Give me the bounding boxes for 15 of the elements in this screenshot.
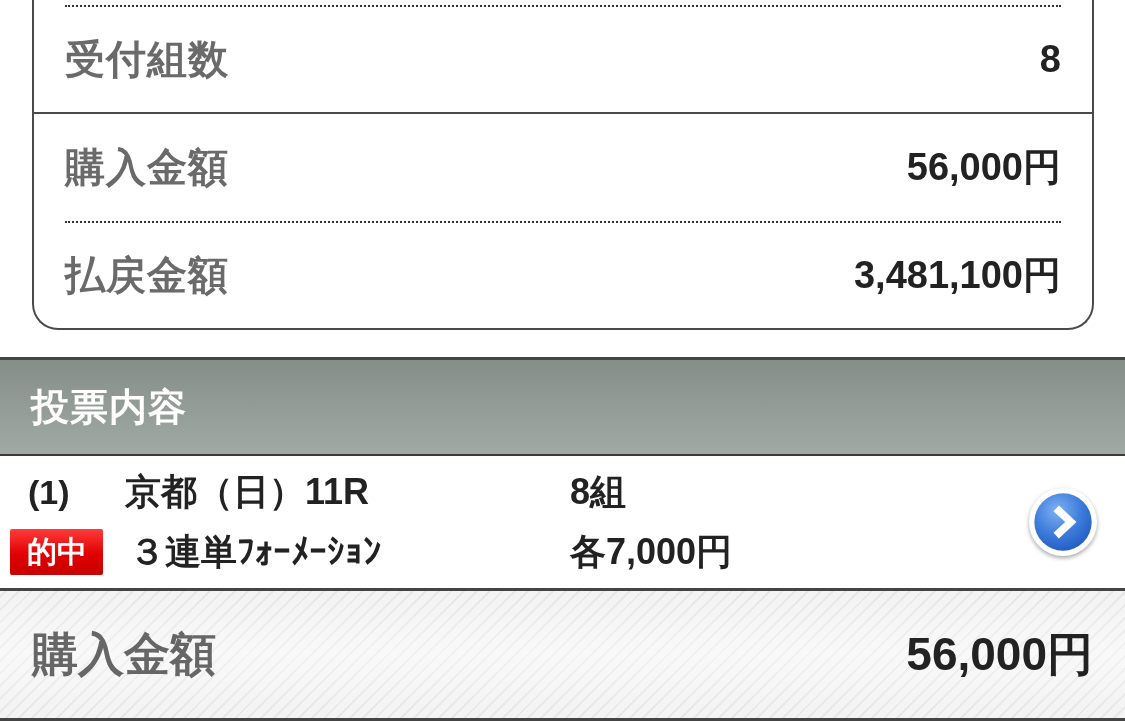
summary-value: 8 — [1039, 38, 1061, 81]
summary-label: 購入金額 — [65, 144, 229, 191]
total-label: 購入金額 — [32, 626, 216, 682]
summary-label: 受付組数 — [65, 36, 229, 83]
summary-value: 3,481,100円 — [853, 253, 1061, 298]
bet-type: ３連単ﾌｫｰﾒｰｼｮﾝ — [128, 529, 382, 574]
total-value: 56,000円 — [906, 626, 1093, 682]
amount-each: 各7,000円 — [570, 529, 734, 574]
summary-label: 払戻金額 — [65, 252, 229, 299]
hit-badge: 的中 — [10, 529, 103, 575]
section-title: 投票内容 — [31, 384, 187, 430]
summary-value: 56,000円 — [906, 145, 1061, 190]
race-label: 京都（日）11R — [125, 469, 371, 514]
bet-number: (1) — [27, 472, 71, 512]
combination-count: 8組 — [570, 469, 628, 514]
